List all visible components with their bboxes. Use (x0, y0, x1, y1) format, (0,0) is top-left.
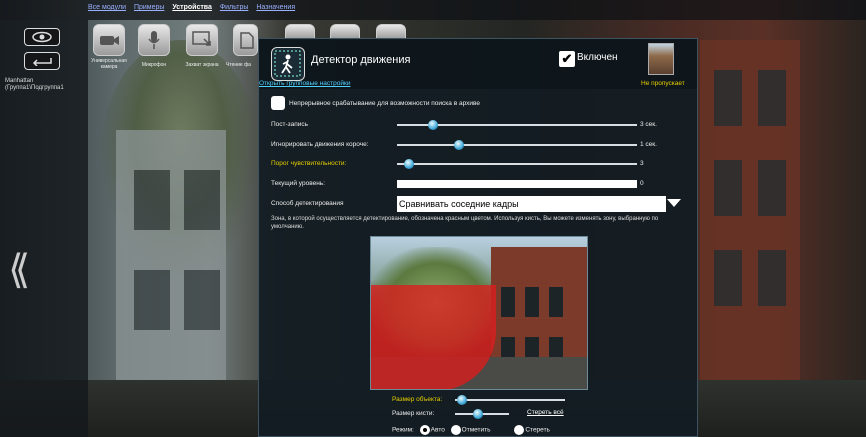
detection-zone[interactable] (371, 285, 496, 389)
device-file-read[interactable] (233, 24, 258, 56)
method-label: Способ детектирования (271, 200, 344, 207)
sensitivity-slider[interactable] (397, 159, 637, 169)
continuous-label: Непрерывное срабатывание для возможности… (289, 100, 480, 107)
nav-examples[interactable]: Примеры (134, 4, 164, 11)
post-record-value: 3 сек. (640, 121, 657, 128)
motion-detector-dialog: Детектор движения ✔ Включен Открыть груп… (258, 38, 698, 437)
zone-editor-preview[interactable] (370, 236, 588, 390)
enabled-checkbox[interactable]: ✔ (559, 51, 575, 67)
device-universal-camera[interactable] (93, 24, 125, 56)
continuous-checkbox[interactable] (271, 96, 285, 110)
sensitivity-knob[interactable] (404, 159, 414, 169)
source-label: Manhattan (Группа1\Подгруппа1 (5, 78, 64, 92)
mode-mark-label: Отметить (461, 426, 491, 434)
object-size-knob[interactable] (457, 395, 467, 405)
brush-size-label: Размер кисти: (392, 410, 435, 417)
detection-method-select[interactable]: Сравнивать соседние кадры (397, 196, 666, 212)
current-level-label: Текущий уровень: (271, 180, 325, 187)
mode-label: Режим: (392, 426, 414, 434)
view-button[interactable] (24, 28, 60, 46)
mode-auto-radio[interactable] (419, 425, 430, 435)
erase-all-link[interactable]: Стереть всё (527, 409, 564, 416)
brush-size-knob[interactable] (473, 409, 483, 419)
file-read-icon (239, 32, 254, 49)
sensitivity-value: 3 (640, 160, 644, 167)
device-screen-capture[interactable] (186, 24, 218, 56)
object-size-slider[interactable] (455, 395, 565, 405)
ignore-motion-knob[interactable] (454, 140, 465, 150)
device-microphone[interactable] (138, 24, 170, 56)
screen-capture-icon (192, 31, 211, 46)
nav-destinations[interactable]: Назначения (256, 4, 295, 11)
post-record-label: Пост-запись (271, 121, 309, 128)
ignore-motion-label: Игнорировать движения короче: (271, 141, 369, 148)
brush-size-slider[interactable] (455, 409, 509, 419)
source-name: Manhattan (5, 78, 34, 84)
post-record-knob[interactable] (428, 120, 438, 130)
ignore-motion-slider[interactable] (397, 140, 637, 150)
mode-row: Режим: Авто Отметить Стереть (392, 425, 550, 435)
post-record-slider[interactable] (397, 120, 637, 130)
background-building-right (700, 40, 800, 430)
device-label: Микрофон (141, 62, 167, 68)
source-group: (Группа1\Подгруппа1 (5, 85, 64, 91)
back-chevron-icon[interactable]: ⟪ (8, 250, 30, 290)
microphone-icon (148, 31, 160, 49)
preview-building (491, 247, 587, 367)
device-label: Захват экрана (185, 62, 219, 68)
object-size-label: Размер объекта: (392, 396, 443, 403)
device-label: Чтение фа (226, 62, 251, 68)
dialog-title: Детектор движения (311, 54, 411, 66)
mode-erase-label: Стереть (525, 426, 550, 434)
current-level-value: 0 (640, 180, 644, 187)
return-button[interactable] (24, 52, 60, 70)
enabled-label: Включен (577, 52, 618, 63)
no-skip-status: Не пропускает (641, 80, 685, 87)
dropdown-arrow-icon[interactable] (667, 199, 681, 207)
mode-erase-radio[interactable] (514, 425, 525, 435)
mode-auto-label: Авто (430, 426, 445, 434)
return-arrow-icon (32, 58, 52, 66)
eye-icon (32, 31, 52, 43)
device-label: Универсальная камера (91, 58, 127, 70)
top-nav: Все модули Примеры Устройства Фильтры На… (88, 4, 301, 18)
ignore-motion-value: 1 сек. (640, 141, 657, 148)
camera-thumbnail[interactable] (648, 43, 674, 75)
nav-filters[interactable]: Фильтры (220, 4, 249, 11)
sensitivity-label: Порог чувствительности: (271, 160, 347, 167)
mode-mark-radio[interactable] (450, 425, 461, 435)
current-level-bar (397, 180, 637, 188)
group-settings-link[interactable]: Открыть групповые настройки (259, 80, 350, 87)
motion-detector-icon (271, 47, 305, 81)
nav-devices[interactable]: Устройства (172, 4, 212, 11)
camera-icon (100, 36, 119, 45)
zone-hint: Зона, в которой осуществляется детектиро… (271, 216, 659, 230)
nav-all-modules[interactable]: Все модули (88, 4, 126, 11)
